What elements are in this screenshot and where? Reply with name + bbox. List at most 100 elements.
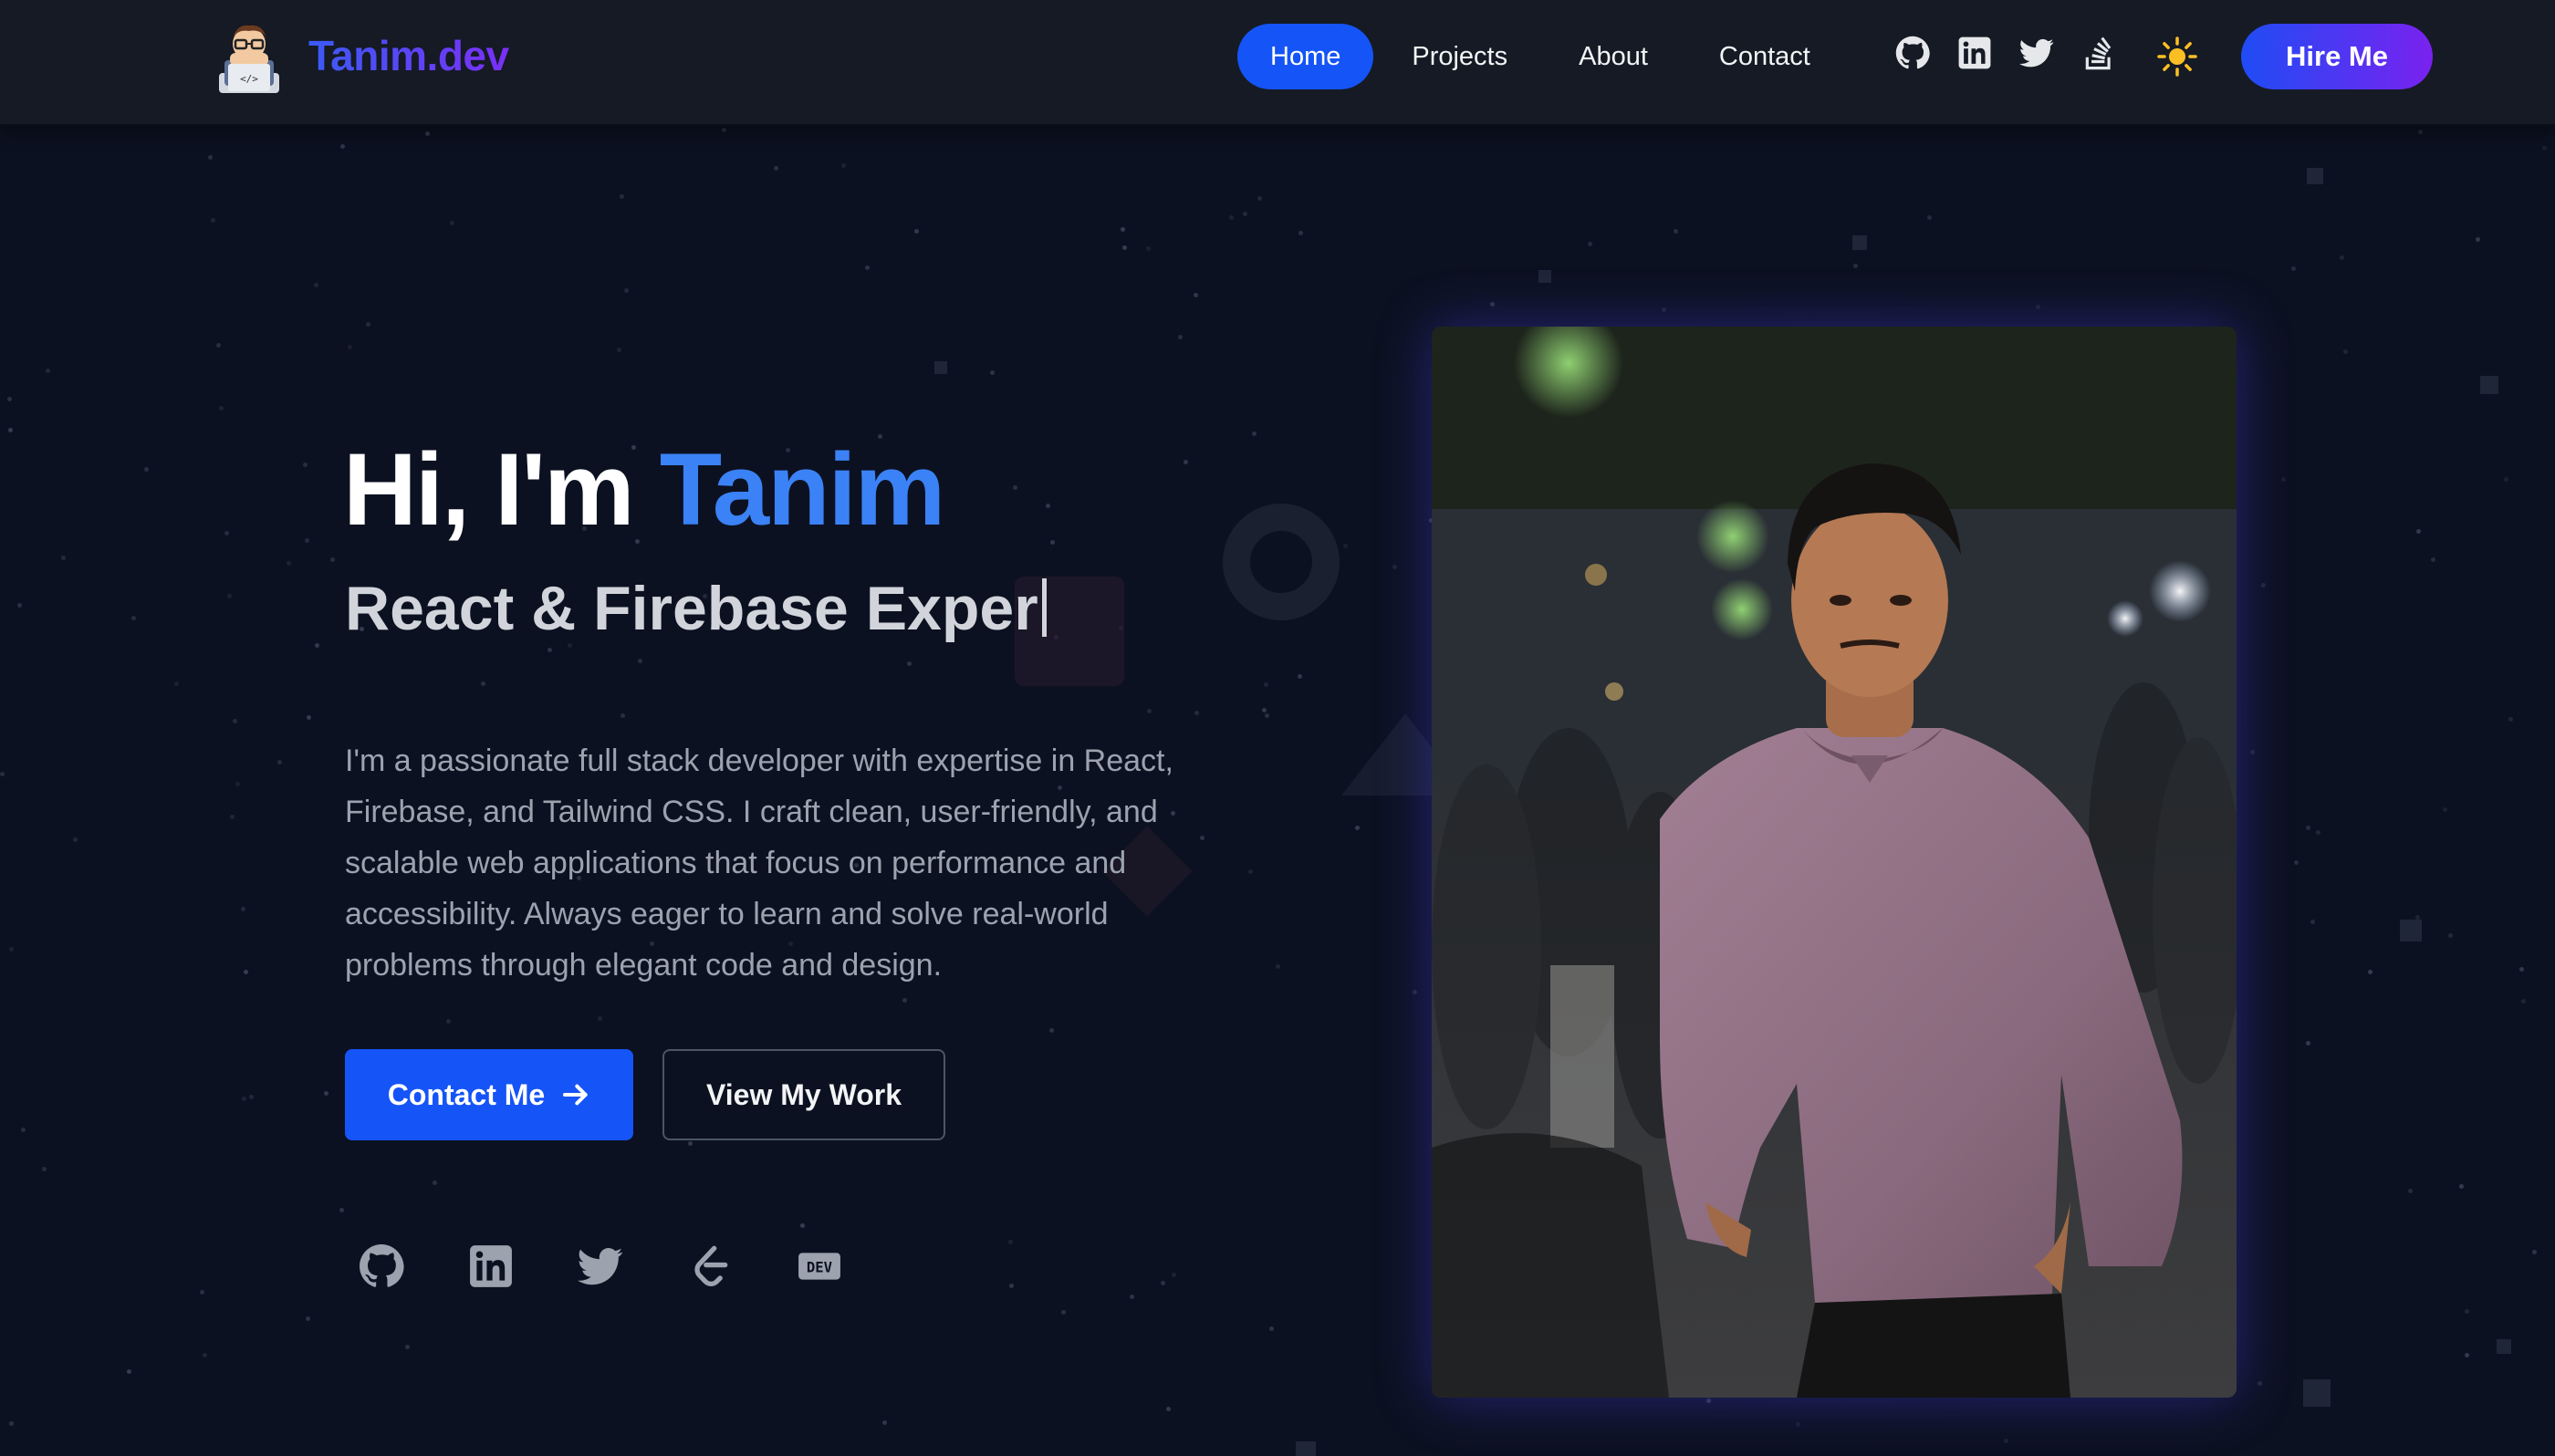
star-dot: [9, 1421, 14, 1426]
sun-icon[interactable]: [2157, 36, 2197, 77]
twitter-icon[interactable]: [2018, 35, 2055, 71]
star-dot: [624, 288, 629, 293]
star-dot: [211, 218, 215, 223]
star-dot: [1184, 460, 1188, 464]
star-dot: [241, 907, 245, 911]
star-dot: [1147, 709, 1152, 713]
star-dot: [131, 616, 136, 620]
star-dot: [277, 760, 282, 764]
star-dot: [2294, 860, 2299, 865]
star-dot: [249, 1095, 254, 1099]
star-dot: [620, 194, 624, 199]
star-dot: [1298, 674, 1302, 679]
star-dot: [1013, 485, 1017, 490]
star-dot: [1265, 713, 1269, 718]
nav-link-contact[interactable]: Contact: [1686, 24, 1843, 89]
star-dot: [914, 229, 919, 234]
hero-title: Hi, I'm Tanim: [343, 431, 945, 548]
star-dot: [2418, 130, 2423, 134]
star-dot: [2508, 717, 2513, 722]
star-dot: [774, 166, 778, 171]
star-dot: [1008, 1240, 1013, 1244]
star-dot: [1343, 544, 1348, 548]
decorative-square-dot: [1296, 1441, 1316, 1456]
star-dot: [348, 345, 352, 349]
stackoverflow-icon[interactable]: [2080, 35, 2117, 71]
nav-link-home[interactable]: Home: [1237, 24, 1374, 89]
star-dot: [2476, 237, 2480, 242]
star-dot: [548, 648, 552, 652]
star-dot: [17, 603, 22, 608]
star-dot: [2340, 255, 2344, 260]
linkedin-icon[interactable]: [1956, 35, 1993, 71]
profile-photo: [1432, 327, 2237, 1398]
star-dot: [227, 594, 232, 598]
view-my-work-button[interactable]: View My Work: [662, 1049, 945, 1140]
svg-text:DEV: DEV: [807, 1260, 832, 1276]
star-dot: [865, 265, 870, 270]
star-dot: [303, 463, 308, 467]
arrow-right-icon: [563, 1084, 588, 1106]
star-dot: [0, 772, 5, 776]
star-dot: [330, 557, 335, 562]
star-dot: [2416, 529, 2421, 534]
star-dot: [127, 1369, 131, 1374]
star-dot: [1061, 1310, 1066, 1315]
logo-avatar-icon[interactable]: </>: [210, 20, 288, 93]
star-dot: [1264, 682, 1268, 687]
decorative-ring: [1223, 504, 1340, 620]
star-dot: [287, 561, 291, 566]
star-dot: [2306, 1041, 2310, 1045]
star-dot: [2519, 967, 2524, 972]
star-dot: [1166, 1407, 1171, 1411]
star-dot: [1262, 708, 1267, 712]
decorative-square-dot: [2480, 376, 2498, 394]
star-dot: [2306, 826, 2310, 830]
star-dot: [620, 713, 625, 718]
devto-icon[interactable]: DEV: [794, 1241, 845, 1292]
star-dot: [902, 998, 907, 1003]
star-dot: [1588, 242, 1592, 246]
hire-me-button[interactable]: Hire Me: [2241, 24, 2433, 89]
star-dot: [8, 428, 13, 432]
star-dot: [2291, 266, 2296, 271]
star-dot: [1146, 246, 1151, 251]
linkedin-icon[interactable]: [465, 1241, 516, 1292]
star-dot: [1122, 245, 1127, 250]
star-dot: [1355, 826, 1360, 830]
star-dot: [1243, 212, 1247, 216]
twitter-icon[interactable]: [575, 1241, 626, 1292]
nav-link-about[interactable]: About: [1546, 24, 1681, 89]
github-icon[interactable]: [1894, 35, 1931, 71]
star-dot: [1674, 229, 1678, 234]
star-dot: [1009, 1284, 1014, 1288]
star-dot: [882, 1420, 887, 1425]
nav-link-projects[interactable]: Projects: [1379, 24, 1540, 89]
logo-text[interactable]: Tanim.dev: [308, 31, 509, 80]
star-dot: [305, 538, 309, 543]
star-dot: [2465, 1353, 2469, 1357]
star-dot: [907, 661, 912, 666]
star-dot: [224, 531, 229, 536]
leetcode-icon[interactable]: [684, 1241, 735, 1292]
star-dot: [244, 970, 248, 974]
star-dot: [306, 1316, 310, 1321]
star-dot: [2465, 1309, 2469, 1314]
decorative-square-dot: [934, 361, 947, 374]
star-dot: [230, 815, 235, 819]
decorative-square-dot: [2400, 920, 2422, 941]
star-dot: [1161, 1281, 1165, 1285]
star-dot: [9, 947, 14, 952]
star-dot: [638, 659, 642, 663]
hero-social-icons: DEV: [356, 1241, 845, 1292]
contact-me-button[interactable]: Contact Me: [345, 1049, 633, 1140]
hero-subtitle: React & Firebase Exper: [345, 573, 1047, 644]
star-dot: [42, 1167, 47, 1171]
star-dot: [340, 144, 345, 149]
github-icon[interactable]: [356, 1241, 407, 1292]
star-dot: [1049, 1028, 1054, 1033]
star-dot: [1276, 964, 1280, 969]
star-dot: [2532, 1250, 2537, 1254]
star-dot: [2343, 349, 2348, 354]
star-dot: [1046, 504, 1050, 508]
